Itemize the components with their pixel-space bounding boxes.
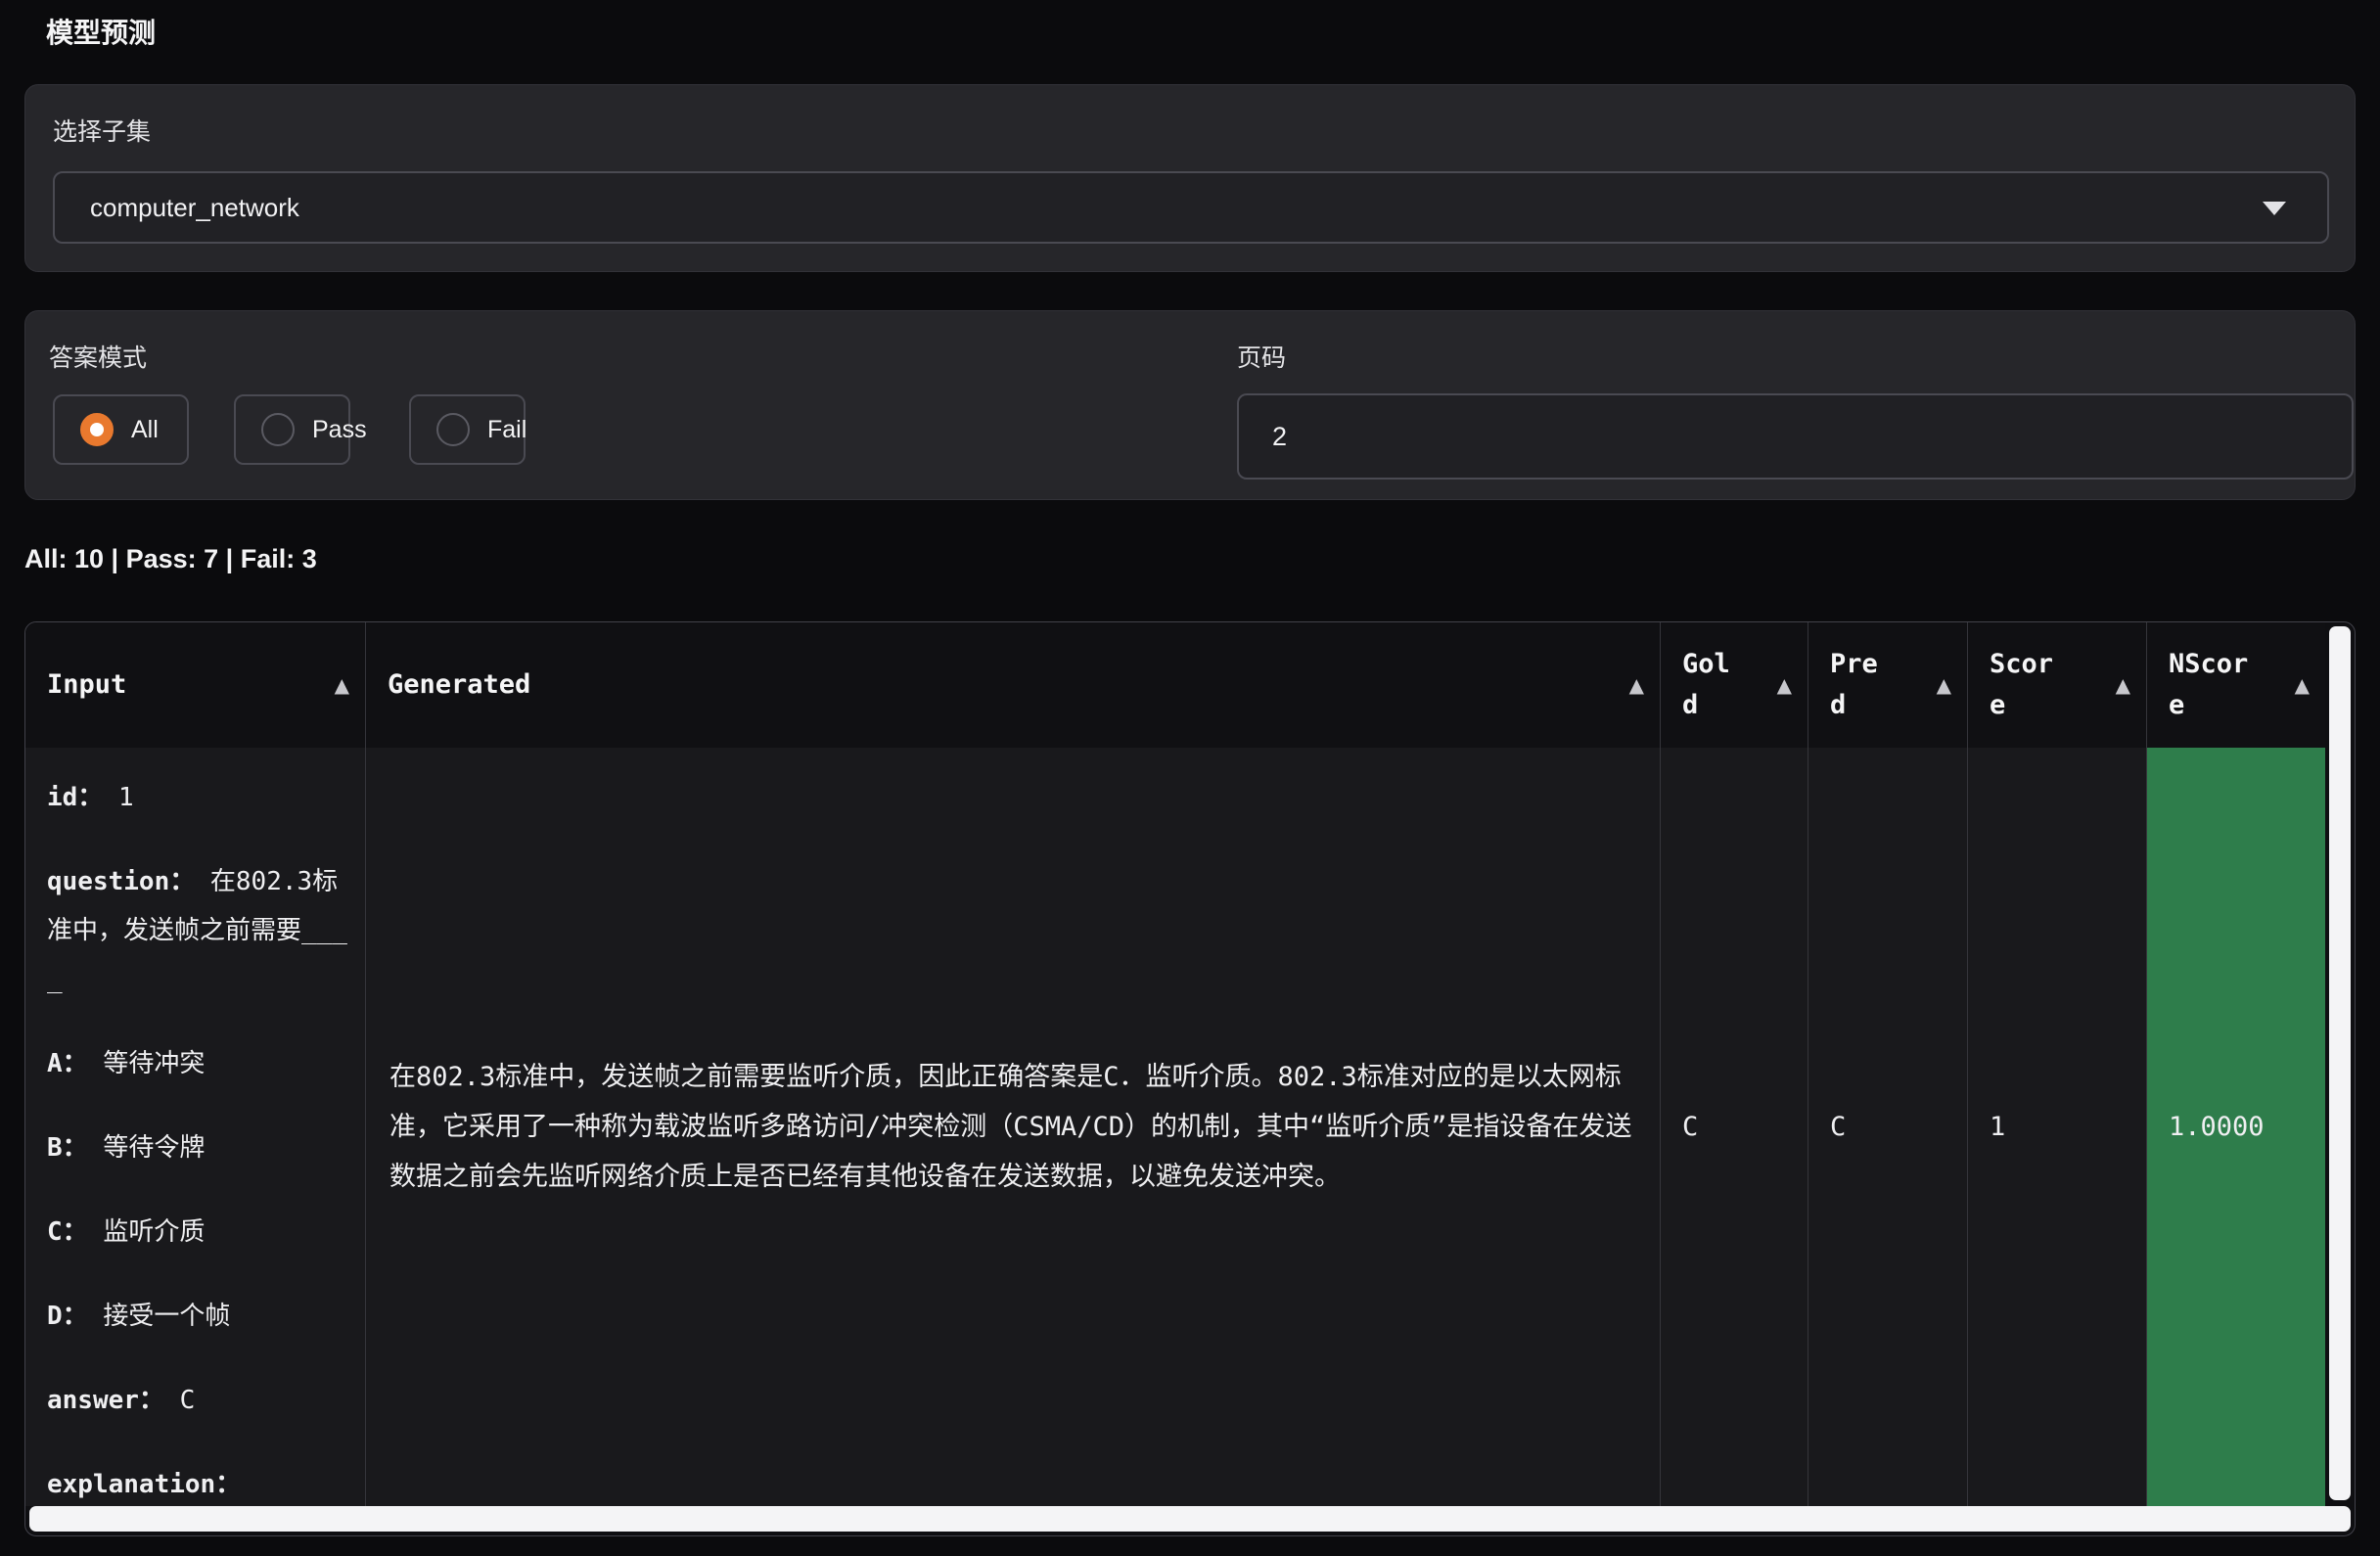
gold-value: C [1682,1112,1698,1142]
column-header-label: Gold [1682,644,1740,726]
subset-panel: 选择子集 computer_network [24,84,2356,272]
cell-generated[interactable]: 在802.3标准中，发送帧之前需要监听介质，因此正确答案是C．监听介质。802.… [365,748,1660,1506]
radio-unselected-icon [436,413,470,446]
generated-text: 在802.3标准中，发送帧之前需要监听介质，因此正确答案是C．监听介质。802.… [389,1052,1636,1202]
nscore-value: 1.0000 [2169,1112,2265,1142]
column-header-score[interactable]: Score ▲ [1967,622,2146,748]
horizontal-scrollbar[interactable] [29,1506,2351,1532]
subset-dropdown-value: computer_network [90,193,299,223]
field-option-b: B： 等待令牌 [47,1123,349,1172]
filter-panel: 答案模式 All Pass Fail 页码 2 [24,310,2356,500]
answer-mode-label: 答案模式 [49,339,147,374]
page-number-label: 页码 [1237,339,1286,374]
subset-label: 选择子集 [53,113,151,148]
model-prediction-page: 模型预测 选择子集 computer_network 答案模式 All Pass… [0,0,2380,1556]
column-header-nscore[interactable]: NScore ▲ [2146,622,2325,748]
chevron-down-icon [2263,202,2286,215]
radio-all-label: All [131,416,159,444]
stats-summary: All: 10 | Pass: 7 | Fail: 3 [24,544,317,574]
radio-fail-label: Fail [487,416,526,444]
column-header-label: Generated [388,664,530,706]
field-id: id： 1 [47,773,349,822]
column-header-input[interactable]: Input ▲ [25,622,365,748]
sort-ascending-icon[interactable]: ▲ [1937,673,1951,697]
subset-dropdown[interactable]: computer_network [53,171,2329,244]
page-title: 模型预测 [46,12,156,51]
vertical-scrollbar[interactable] [2329,626,2351,1500]
column-header-label: Input [47,664,126,706]
field-option-a: A： 等待冲突 [47,1039,349,1088]
sort-ascending-icon[interactable]: ▲ [2295,673,2310,697]
sort-ascending-icon[interactable]: ▲ [1777,673,1792,697]
column-header-label: NScore [2169,644,2258,726]
page-number-value: 2 [1272,422,1287,452]
sort-ascending-icon[interactable]: ▲ [1629,673,1644,697]
pred-value: C [1830,1112,1846,1142]
column-header-label: Pred [1830,644,1888,726]
cell-gold[interactable]: C [1660,748,1808,1506]
page-number-input[interactable]: 2 [1237,393,2354,480]
field-question: question： 在802.3标准中，发送帧之前需要____ [47,857,349,1004]
results-table: Input ▲ Generated ▲ Gold ▲ Pred ▲ Score … [24,621,2356,1536]
cell-pred[interactable]: C [1808,748,1967,1506]
sort-ascending-icon[interactable]: ▲ [335,673,349,697]
radio-pass[interactable]: Pass [234,394,350,465]
score-value: 1 [1990,1112,2005,1142]
radio-pass-label: Pass [312,416,367,444]
column-header-gold[interactable]: Gold ▲ [1660,622,1808,748]
cell-score[interactable]: 1 [1967,748,2146,1506]
field-explanation: explanation： [47,1460,349,1506]
column-header-label: Score [1990,644,2063,726]
radio-unselected-icon [261,413,295,446]
sort-ascending-icon[interactable]: ▲ [2116,673,2130,697]
cell-input[interactable]: id： 1 question： 在802.3标准中，发送帧之前需要____ A：… [25,748,365,1506]
field-option-d: D： 接受一个帧 [47,1292,349,1341]
radio-fail[interactable]: Fail [409,394,526,465]
column-header-pred[interactable]: Pred ▲ [1808,622,1967,748]
column-header-generated[interactable]: Generated ▲ [365,622,1660,748]
radio-all[interactable]: All [53,394,189,465]
field-answer: answer： C [47,1376,349,1425]
results-grid: Input ▲ Generated ▲ Gold ▲ Pred ▲ Score … [25,622,2325,1506]
field-option-c: C： 监听介质 [47,1208,349,1257]
cell-nscore[interactable]: 1.0000 [2146,748,2325,1506]
radio-selected-icon [80,413,114,446]
